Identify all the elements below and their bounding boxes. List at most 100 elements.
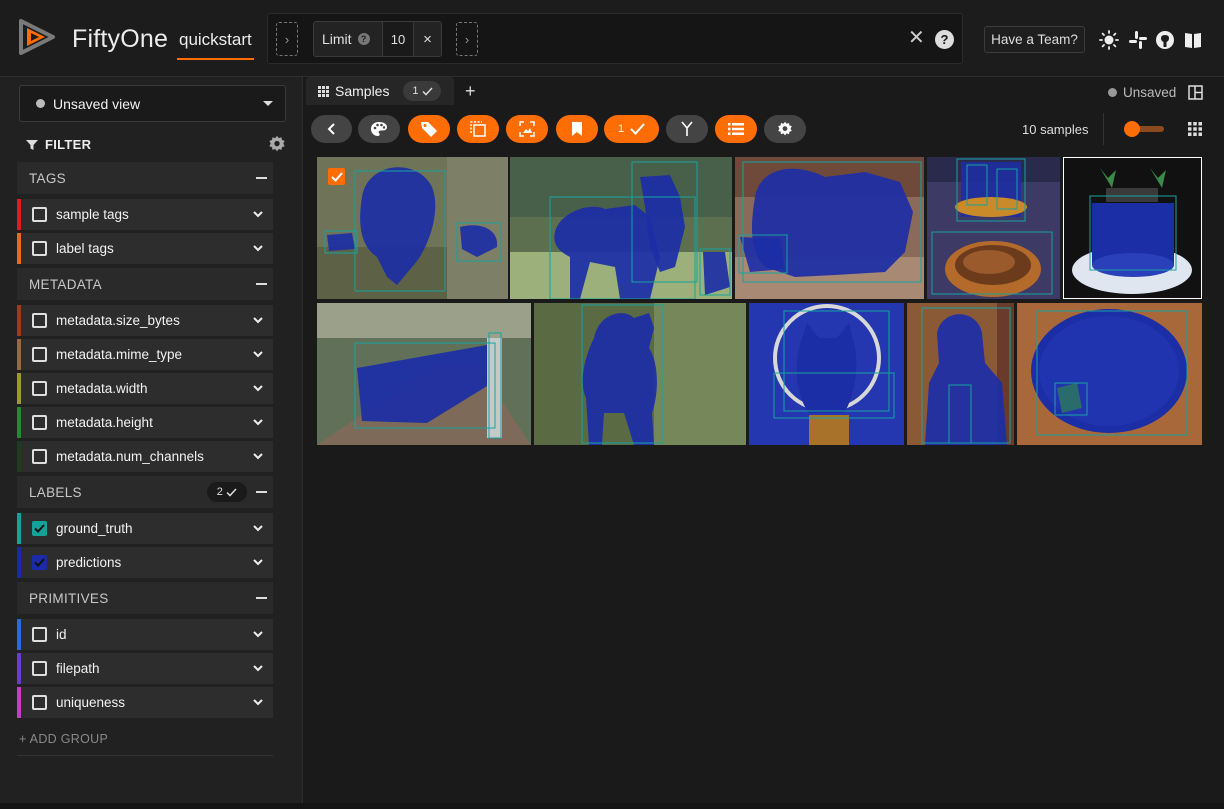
sample-tile[interactable] (317, 303, 531, 445)
field-checkbox[interactable] (32, 207, 47, 222)
chevron-down-icon[interactable] (252, 556, 264, 568)
view-bar: › Limit ? 10 × › ✕ ? (267, 13, 963, 64)
docs-book-icon[interactable] (1183, 30, 1203, 50)
save-view-button[interactable] (556, 115, 598, 143)
field-checkbox[interactable] (32, 347, 47, 362)
add-group-button[interactable]: + ADD GROUP (19, 732, 108, 746)
sample-tile[interactable] (749, 303, 904, 445)
add-stage-chevron-icon[interactable]: › (456, 22, 478, 56)
field-metadata-size-bytes[interactable]: metadata.size_bytes (17, 305, 273, 336)
chevron-down-icon[interactable] (252, 522, 264, 534)
collapse-minus-icon[interactable] (256, 491, 267, 493)
sample-tile[interactable] (534, 303, 746, 445)
field-uniqueness[interactable]: uniqueness (17, 687, 273, 718)
collapse-minus-icon[interactable] (256, 283, 267, 285)
view-select-label: Unsaved view (53, 95, 141, 112)
field-checkbox[interactable] (32, 415, 47, 430)
chevron-down-icon[interactable] (252, 348, 264, 360)
selected-samples-button[interactable]: 1 (604, 115, 659, 143)
sample-tile[interactable] (907, 303, 1014, 445)
chevron-down-icon[interactable] (252, 382, 264, 394)
remove-stage-close-icon[interactable]: × (414, 22, 441, 56)
group-by-button[interactable] (666, 115, 708, 143)
sample-tile[interactable] (510, 157, 732, 299)
collapse-minus-icon[interactable] (256, 177, 267, 179)
sample-tile[interactable] (1063, 157, 1202, 299)
field-metadata-height[interactable]: metadata.height (17, 407, 273, 438)
field-checkbox[interactable] (32, 449, 47, 464)
dataset-underline (177, 58, 254, 60)
similarity-button[interactable] (506, 115, 548, 143)
view-bar-left-chevron-icon[interactable]: › (276, 22, 298, 56)
field-label: sample tags (56, 207, 129, 222)
tag-samples-button[interactable] (408, 115, 450, 143)
field-label: metadata.mime_type (56, 347, 183, 362)
tab-samples[interactable]: Samples 1 (306, 77, 454, 105)
chevron-down-icon[interactable] (252, 662, 264, 674)
patches-button[interactable] (457, 115, 499, 143)
have-a-team-button[interactable]: Have a Team? (984, 26, 1085, 53)
saved-view-select[interactable]: Unsaved view (19, 85, 286, 122)
chevron-down-icon[interactable] (252, 416, 264, 428)
sidebar-settings-gear-icon[interactable] (268, 135, 286, 153)
field-sample-tags[interactable]: sample tags (17, 199, 273, 230)
view-bar-help-icon[interactable]: ? (935, 30, 954, 49)
field-metadata-mime-type[interactable]: metadata.mime_type (17, 339, 273, 370)
dataset-selector[interactable]: quickstart (179, 30, 252, 50)
fiftyone-logo[interactable] (17, 17, 57, 57)
chevron-down-icon[interactable] (252, 628, 264, 640)
field-checkbox[interactable] (32, 661, 47, 676)
grid-view-icon[interactable] (1188, 122, 1202, 136)
group-metadata[interactable]: METADATA (17, 268, 273, 300)
field-metadata-width[interactable]: metadata.width (17, 373, 273, 404)
field-predictions[interactable]: predictions (17, 547, 273, 578)
sample-tile[interactable] (927, 157, 1060, 299)
field-ground-truth[interactable]: ground_truth (17, 513, 273, 544)
unsaved-status[interactable]: Unsaved (1108, 85, 1176, 100)
limit-value-input[interactable]: 10 (382, 22, 414, 56)
field-checkbox-checked[interactable] (32, 521, 47, 536)
collapse-minus-icon[interactable] (256, 597, 267, 599)
zoom-slider-handle[interactable] (1124, 121, 1140, 137)
chevron-down-icon[interactable] (252, 208, 264, 220)
group-labels[interactable]: LABELS 2 (17, 476, 273, 508)
chevron-down-icon[interactable] (252, 450, 264, 462)
clear-view-close-icon[interactable]: ✕ (908, 28, 925, 48)
field-label-tags[interactable]: label tags (17, 233, 273, 264)
group-labels-label: LABELS (29, 484, 82, 500)
selected-count: 1 (617, 123, 625, 135)
field-metadata-num-channels[interactable]: metadata.num_channels (17, 441, 273, 472)
color-palette-button[interactable] (358, 115, 400, 143)
field-checkbox[interactable] (32, 627, 47, 642)
settings-button[interactable] (764, 115, 806, 143)
limit-stage[interactable]: Limit ? 10 × (313, 21, 442, 57)
add-panel-plus-icon[interactable]: + (465, 81, 476, 102)
grid-icon (318, 85, 329, 97)
chevron-down-icon[interactable] (252, 242, 264, 254)
github-icon[interactable] (1155, 30, 1175, 50)
group-tags-label: TAGS (29, 170, 66, 186)
field-color-bar (17, 373, 21, 404)
slack-icon[interactable] (1128, 30, 1148, 50)
sample-tile[interactable] (1017, 303, 1202, 445)
layout-icon[interactable] (1188, 85, 1203, 100)
back-button[interactable] (311, 115, 352, 143)
field-checkbox[interactable] (32, 695, 47, 710)
sun-icon[interactable] (1099, 30, 1119, 50)
field-filepath[interactable]: filepath (17, 653, 273, 684)
stage-help-icon[interactable]: ? (357, 33, 370, 45)
field-checkbox[interactable] (32, 313, 47, 328)
sample-tile[interactable] (735, 157, 924, 299)
group-primitives[interactable]: PRIMITIVES (17, 582, 273, 614)
selected-checkbox[interactable] (328, 168, 345, 185)
sample-tile[interactable] (317, 157, 508, 299)
field-checkbox[interactable] (32, 241, 47, 256)
group-tags[interactable]: TAGS (17, 162, 273, 194)
labels-count: 2 (216, 486, 224, 498)
field-checkbox-checked[interactable] (32, 555, 47, 570)
field-checkbox[interactable] (32, 381, 47, 396)
field-id[interactable]: id (17, 619, 273, 650)
chevron-down-icon[interactable] (252, 314, 264, 326)
sort-list-button[interactable] (715, 115, 757, 143)
chevron-down-icon[interactable] (252, 696, 264, 708)
